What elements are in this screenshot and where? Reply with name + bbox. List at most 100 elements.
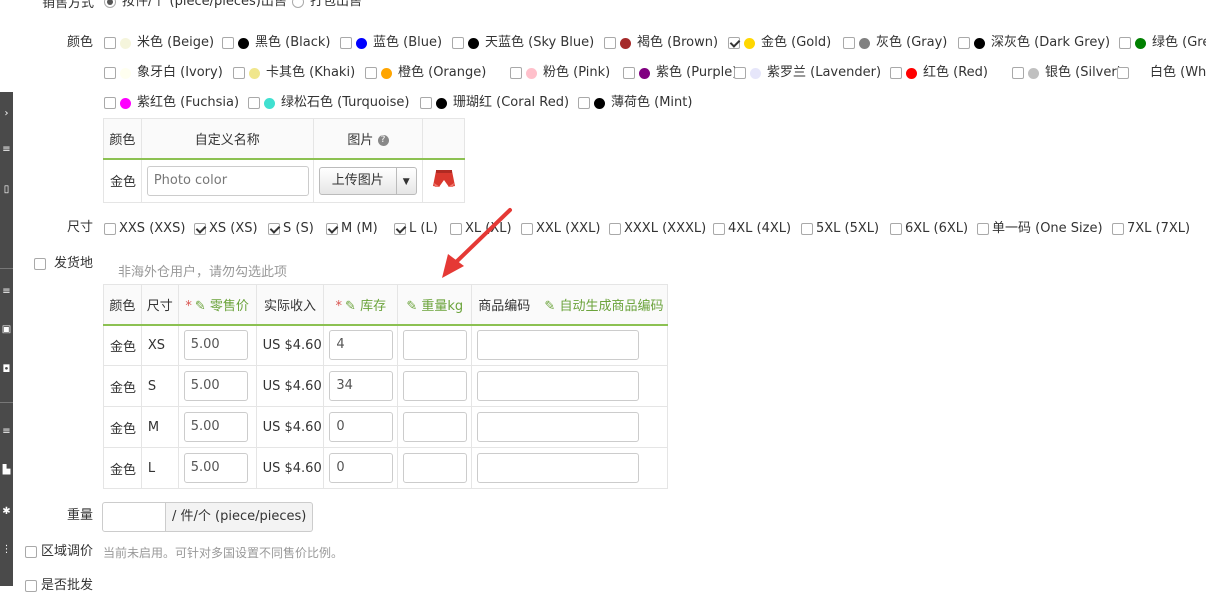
color-option[interactable]: 深灰色 (Dark Grey) [958,35,1110,52]
size-checkbox[interactable] [521,223,533,235]
ship-from-option[interactable]: 发货地 [34,256,93,273]
color-checkbox[interactable] [104,97,116,109]
color-checkbox[interactable] [1012,67,1024,79]
wholesale-checkbox[interactable] [25,580,37,592]
size-checkbox[interactable] [194,223,206,235]
color-checkbox[interactable] [728,37,740,49]
retail-price-input[interactable]: 5.00 [183,453,248,483]
size-checkbox[interactable] [326,223,338,235]
color-checkbox[interactable] [248,97,260,109]
size-option[interactable]: 单一码 (One Size) [977,221,1103,238]
size-option[interactable]: XXXL (XXXL) [609,221,706,238]
size-option[interactable]: XXS (XXS) [104,221,185,238]
image-icon[interactable]: ▣ [0,324,13,336]
color-checkbox[interactable] [104,67,116,79]
color-checkbox[interactable] [233,67,245,79]
radio-piece[interactable] [104,0,116,8]
menu-icon[interactable]: ≡ [0,144,13,156]
weight-input[interactable] [403,371,468,401]
color-option[interactable]: 银色 (Silver) [1012,65,1122,82]
box-icon[interactable]: ◘ [0,364,13,376]
product-code-input[interactable] [477,453,640,483]
color-checkbox[interactable] [623,67,635,79]
product-code-input[interactable] [477,330,640,361]
color-checkbox[interactable] [104,37,116,49]
gear-icon[interactable]: ✱ [0,506,13,518]
more-icon[interactable]: ⋮ [0,544,13,556]
weight-input[interactable] [102,502,166,532]
help-icon[interactable]: ? [377,134,389,146]
size-checkbox[interactable] [713,223,725,235]
color-checkbox[interactable] [604,37,616,49]
upload-image-button[interactable]: 上传图片 [318,166,397,195]
auto-generate-code-link[interactable]: ✎ 自动生成商品编码 [544,299,663,314]
color-option[interactable]: 珊瑚红 (Coral Red) [420,95,569,112]
size-checkbox[interactable] [1112,223,1124,235]
color-option[interactable]: 褐色 (Brown) [604,35,718,52]
regional-pricing-option[interactable]: 区域调价 [25,544,93,561]
color-option[interactable]: 薄荷色 (Mint) [578,95,692,112]
size-option[interactable]: 6XL (6XL) [890,221,968,238]
color-checkbox[interactable] [222,37,234,49]
color-option[interactable]: 象牙白 (Ivory) [104,65,223,82]
color-option[interactable]: 米色 (Beige) [104,35,214,52]
document-icon[interactable]: ▯ [0,184,13,196]
retail-price-input[interactable]: 5.00 [183,371,248,401]
color-option[interactable]: 绿松石色 (Turquoise) [248,95,409,112]
color-checkbox[interactable] [452,37,464,49]
color-option[interactable]: 橙色 (Orange) [365,65,486,82]
color-option[interactable]: 白色 (Whi [1117,65,1206,82]
stock-input[interactable]: 0 [329,412,394,442]
color-checkbox[interactable] [340,37,352,49]
sku-header-stock[interactable]: * ✎ 库存 [323,284,399,326]
color-option[interactable]: 紫罗兰 (Lavender) [734,65,881,82]
color-checkbox[interactable] [734,67,746,79]
color-option[interactable]: 红色 (Red) [890,65,988,82]
sale-method-option-pack[interactable]: 打包出售 [292,0,362,11]
size-checkbox[interactable] [977,223,989,235]
upload-dropdown-button[interactable]: ▼ [395,166,417,195]
size-checkbox[interactable] [268,223,280,235]
color-option[interactable]: 天蓝色 (Sky Blue) [452,35,594,52]
ship-from-checkbox[interactable] [34,258,46,270]
size-checkbox[interactable] [801,223,813,235]
color-checkbox[interactable] [1117,67,1129,79]
weight-input[interactable] [403,453,468,483]
color-option[interactable]: 金色 (Gold) [728,35,831,52]
color-checkbox[interactable] [958,37,970,49]
retail-price-input[interactable]: 5.00 [183,412,248,442]
color-option[interactable]: 黑色 (Black) [222,35,330,52]
product-code-input[interactable] [477,371,640,401]
stock-input[interactable]: 4 [329,330,394,361]
radio-pack[interactable] [292,0,304,8]
color-checkbox[interactable] [365,67,377,79]
sku-header-weight[interactable]: ✎ 重量kg [397,284,473,326]
size-option[interactable]: M (M) [326,221,378,238]
color-checkbox[interactable] [578,97,590,109]
weight-input[interactable] [403,330,468,361]
chart-icon[interactable]: ▙ [0,464,13,476]
regional-pricing-checkbox[interactable] [25,546,37,558]
size-option[interactable]: XS (XS) [194,221,258,238]
size-checkbox[interactable] [394,223,406,235]
size-option[interactable]: 4XL (4XL) [713,221,791,238]
size-option[interactable]: 7XL (7XL) [1112,221,1190,238]
list-icon-2[interactable]: ≡ [0,426,13,438]
color-option[interactable]: 粉色 (Pink) [510,65,610,82]
list-icon[interactable]: ≡ [0,286,13,298]
color-option[interactable]: 紫红色 (Fuchsia) [104,95,239,112]
size-option[interactable]: 5XL (5XL) [801,221,879,238]
color-checkbox[interactable] [420,97,432,109]
color-checkbox[interactable] [1119,37,1131,49]
size-checkbox[interactable] [609,223,621,235]
color-option[interactable]: 蓝色 (Blue) [340,35,442,52]
sale-method-option-piece[interactable]: 按件/个 (piece/pieces)出售 [104,0,287,11]
color-option[interactable]: 绿色 (Gre [1119,35,1206,52]
color-checkbox[interactable] [843,37,855,49]
size-checkbox[interactable] [890,223,902,235]
weight-input[interactable] [403,412,468,442]
stock-input[interactable]: 0 [329,453,394,483]
stock-input[interactable]: 34 [329,371,394,401]
color-checkbox[interactable] [510,67,522,79]
size-checkbox[interactable] [104,223,116,235]
